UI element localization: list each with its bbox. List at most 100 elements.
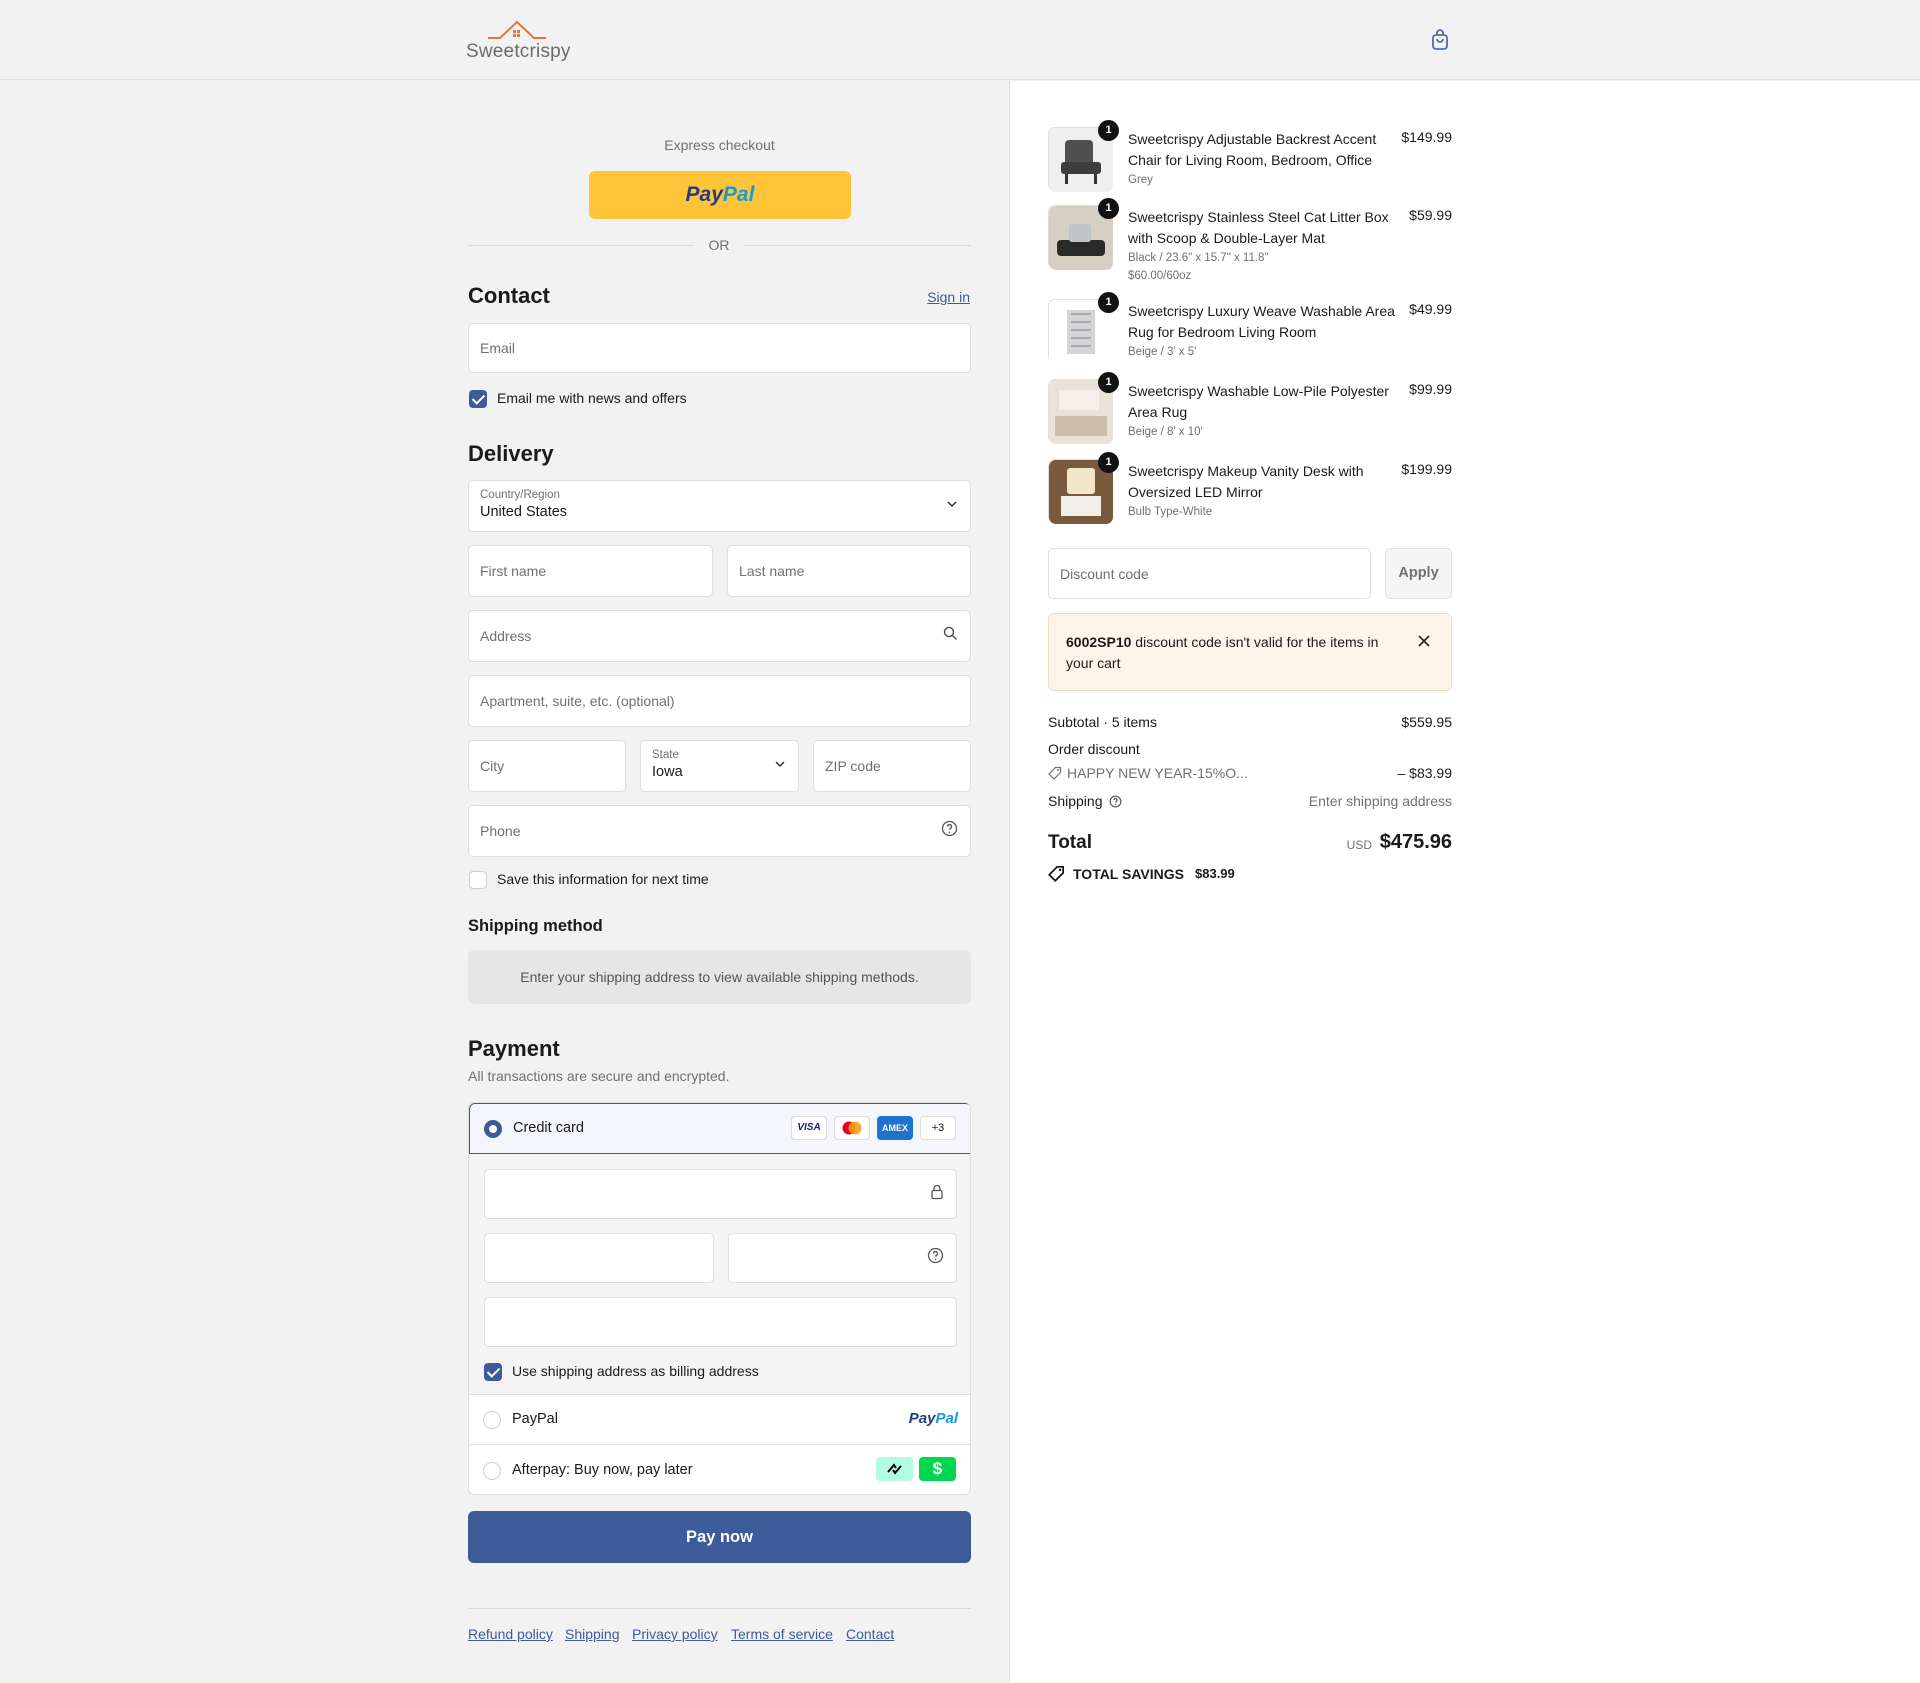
divider [744, 245, 971, 246]
item-price: $199.99 [1401, 461, 1452, 477]
store-logo[interactable]: Sweetcrispy [466, 18, 574, 62]
subtotal-row: Subtotal · 5 items $559.95 [1048, 714, 1452, 730]
quantity-badge: 1 [1098, 292, 1119, 313]
item-price: $59.99 [1409, 207, 1452, 223]
cart-item: 1 Sweetcrispy Washable Low-Pile Polyeste… [1048, 372, 1452, 449]
address-input[interactable]: Address [468, 610, 971, 662]
email-input[interactable]: Email [468, 323, 971, 373]
total-savings-label: TOTAL SAVINGS [1073, 866, 1184, 882]
card-number-input[interactable] [484, 1169, 957, 1219]
state-select[interactable]: State Iowa [640, 740, 799, 792]
discount-code-text: 6002SP10 [1066, 634, 1132, 650]
item-name: Sweetcrispy Washable Low-Pile Polyester … [1128, 383, 1389, 420]
newsletter-checkbox[interactable] [469, 390, 487, 408]
item-name: Sweetcrispy Makeup Vanity Desk with Over… [1128, 463, 1364, 500]
paypal-option[interactable]: PayPal PayPal [469, 1394, 970, 1444]
discount-name: HAPPY NEW YEAR-15%O... [1067, 765, 1248, 781]
afterpay-radio[interactable] [483, 1462, 501, 1480]
first-name-input[interactable]: First name [468, 545, 713, 597]
help-circle-icon[interactable] [927, 1247, 944, 1269]
credit-card-label: Credit card [513, 1120, 584, 1136]
tag-icon [1048, 865, 1065, 887]
credit-card-radio[interactable] [484, 1120, 502, 1138]
security-code-input[interactable] [728, 1233, 957, 1283]
delivery-title: Delivery [468, 441, 554, 466]
shipping-method-title: Shipping method [468, 917, 603, 935]
billing-address-label: Use shipping address as billing address [512, 1363, 759, 1379]
afterpay-icon [876, 1457, 913, 1481]
help-circle-icon[interactable] [941, 820, 958, 842]
logo-text: Sweetcrispy [466, 41, 571, 62]
card-fields: Use shipping address as billing address [469, 1154, 970, 1394]
order-discount-label: Order discount [1048, 741, 1140, 757]
visa-icon: VISA [791, 1116, 827, 1140]
help-circle-icon[interactable] [1109, 795, 1122, 811]
contact-title: Contact [468, 283, 550, 308]
privacy-policy-link[interactable]: Privacy policy [632, 1626, 718, 1642]
save-info-checkbox[interactable] [469, 871, 487, 889]
or-label: OR [708, 237, 730, 253]
total-label: Total [1048, 832, 1092, 853]
cart-item: 1 Sweetcrispy Adjustable Backrest Accent… [1048, 120, 1452, 197]
quantity-badge: 1 [1098, 372, 1119, 393]
item-variant: Beige / 3' x 5' [1128, 346, 1197, 358]
cash-app-icon: $ [919, 1457, 956, 1481]
save-info-label: Save this information for next time [497, 871, 709, 887]
house-icon [488, 20, 546, 39]
payment-subtitle: All transactions are secure and encrypte… [468, 1068, 730, 1084]
discount-code-input[interactable]: Discount code [1048, 548, 1371, 599]
chevron-down-icon [946, 497, 958, 515]
header: Sweetcrispy [0, 0, 1920, 80]
discount-value: – $83.99 [1397, 765, 1453, 781]
shipping-method-message: Enter your shipping address to view avai… [468, 950, 971, 1004]
item-price: $99.99 [1409, 381, 1452, 397]
last-name-input[interactable]: Last name [727, 545, 971, 597]
contact-link[interactable]: Contact [846, 1626, 894, 1642]
item-unit-price: $60.00/60oz [1128, 270, 1192, 282]
more-cards-badge: +3 [920, 1116, 956, 1140]
country-select[interactable]: Country/Region United States [468, 480, 971, 532]
amex-icon: AMEX [877, 1116, 913, 1140]
divider [468, 245, 694, 246]
apartment-input[interactable]: Apartment, suite, etc. (optional) [468, 675, 971, 727]
afterpay-option[interactable]: Afterpay: Buy now, pay later $ [469, 1444, 970, 1494]
payment-options: Credit card VISA AMEX +3 Use shipping ad… [468, 1102, 971, 1495]
paypal-radio[interactable] [483, 1411, 501, 1429]
name-on-card-input[interactable] [484, 1297, 957, 1347]
billing-address-checkbox[interactable] [484, 1363, 502, 1381]
product-thumbnail: 1 [1048, 372, 1119, 444]
item-name: Sweetcrispy Adjustable Backrest Accent C… [1128, 131, 1377, 168]
zip-input[interactable]: ZIP code [813, 740, 971, 792]
expiration-input[interactable] [484, 1233, 714, 1283]
city-input[interactable]: City [468, 740, 626, 792]
shipping-policy-link[interactable]: Shipping [565, 1626, 620, 1642]
terms-of-service-link[interactable]: Terms of service [731, 1626, 833, 1642]
product-thumbnail: 1 [1048, 292, 1119, 364]
paypal-label: PayPal [512, 1411, 558, 1427]
credit-card-option[interactable]: Credit card VISA AMEX +3 [469, 1103, 970, 1154]
cart-item: 1 Sweetcrispy Stainless Steel Cat Litter… [1048, 198, 1452, 282]
sign-in-link[interactable]: Sign in [927, 289, 970, 305]
item-variant: Bulb Type-White [1128, 506, 1213, 518]
apply-discount-button[interactable]: Apply [1385, 548, 1452, 599]
shipping-value: Enter shipping address [1308, 793, 1452, 809]
total-savings-value: $83.99 [1195, 866, 1235, 881]
pay-now-button[interactable]: Pay now [468, 1511, 971, 1563]
search-icon [943, 626, 958, 646]
quantity-badge: 1 [1098, 452, 1119, 473]
checkout-form: Express checkout PayPal OR Contact Sign … [0, 81, 1010, 1683]
product-thumbnail: 1 [1048, 198, 1119, 270]
quantity-badge: 1 [1098, 198, 1119, 219]
newsletter-label: Email me with news and offers [497, 390, 687, 406]
payment-title: Payment [468, 1036, 560, 1061]
afterpay-label: Afterpay: Buy now, pay later [512, 1462, 693, 1478]
phone-input[interactable]: Phone [468, 805, 971, 857]
shopping-bag-icon[interactable] [1428, 28, 1452, 52]
paypal-logo-icon: PayPal [908, 1410, 958, 1427]
tag-icon [1048, 766, 1062, 783]
refund-policy-link[interactable]: Refund policy [468, 1626, 553, 1642]
cart-item: 1 Sweetcrispy Makeup Vanity Desk with Ov… [1048, 452, 1452, 529]
subtotal-value: $559.95 [1401, 714, 1452, 730]
close-icon[interactable] [1417, 634, 1431, 653]
paypal-express-button[interactable]: PayPal [589, 171, 851, 219]
